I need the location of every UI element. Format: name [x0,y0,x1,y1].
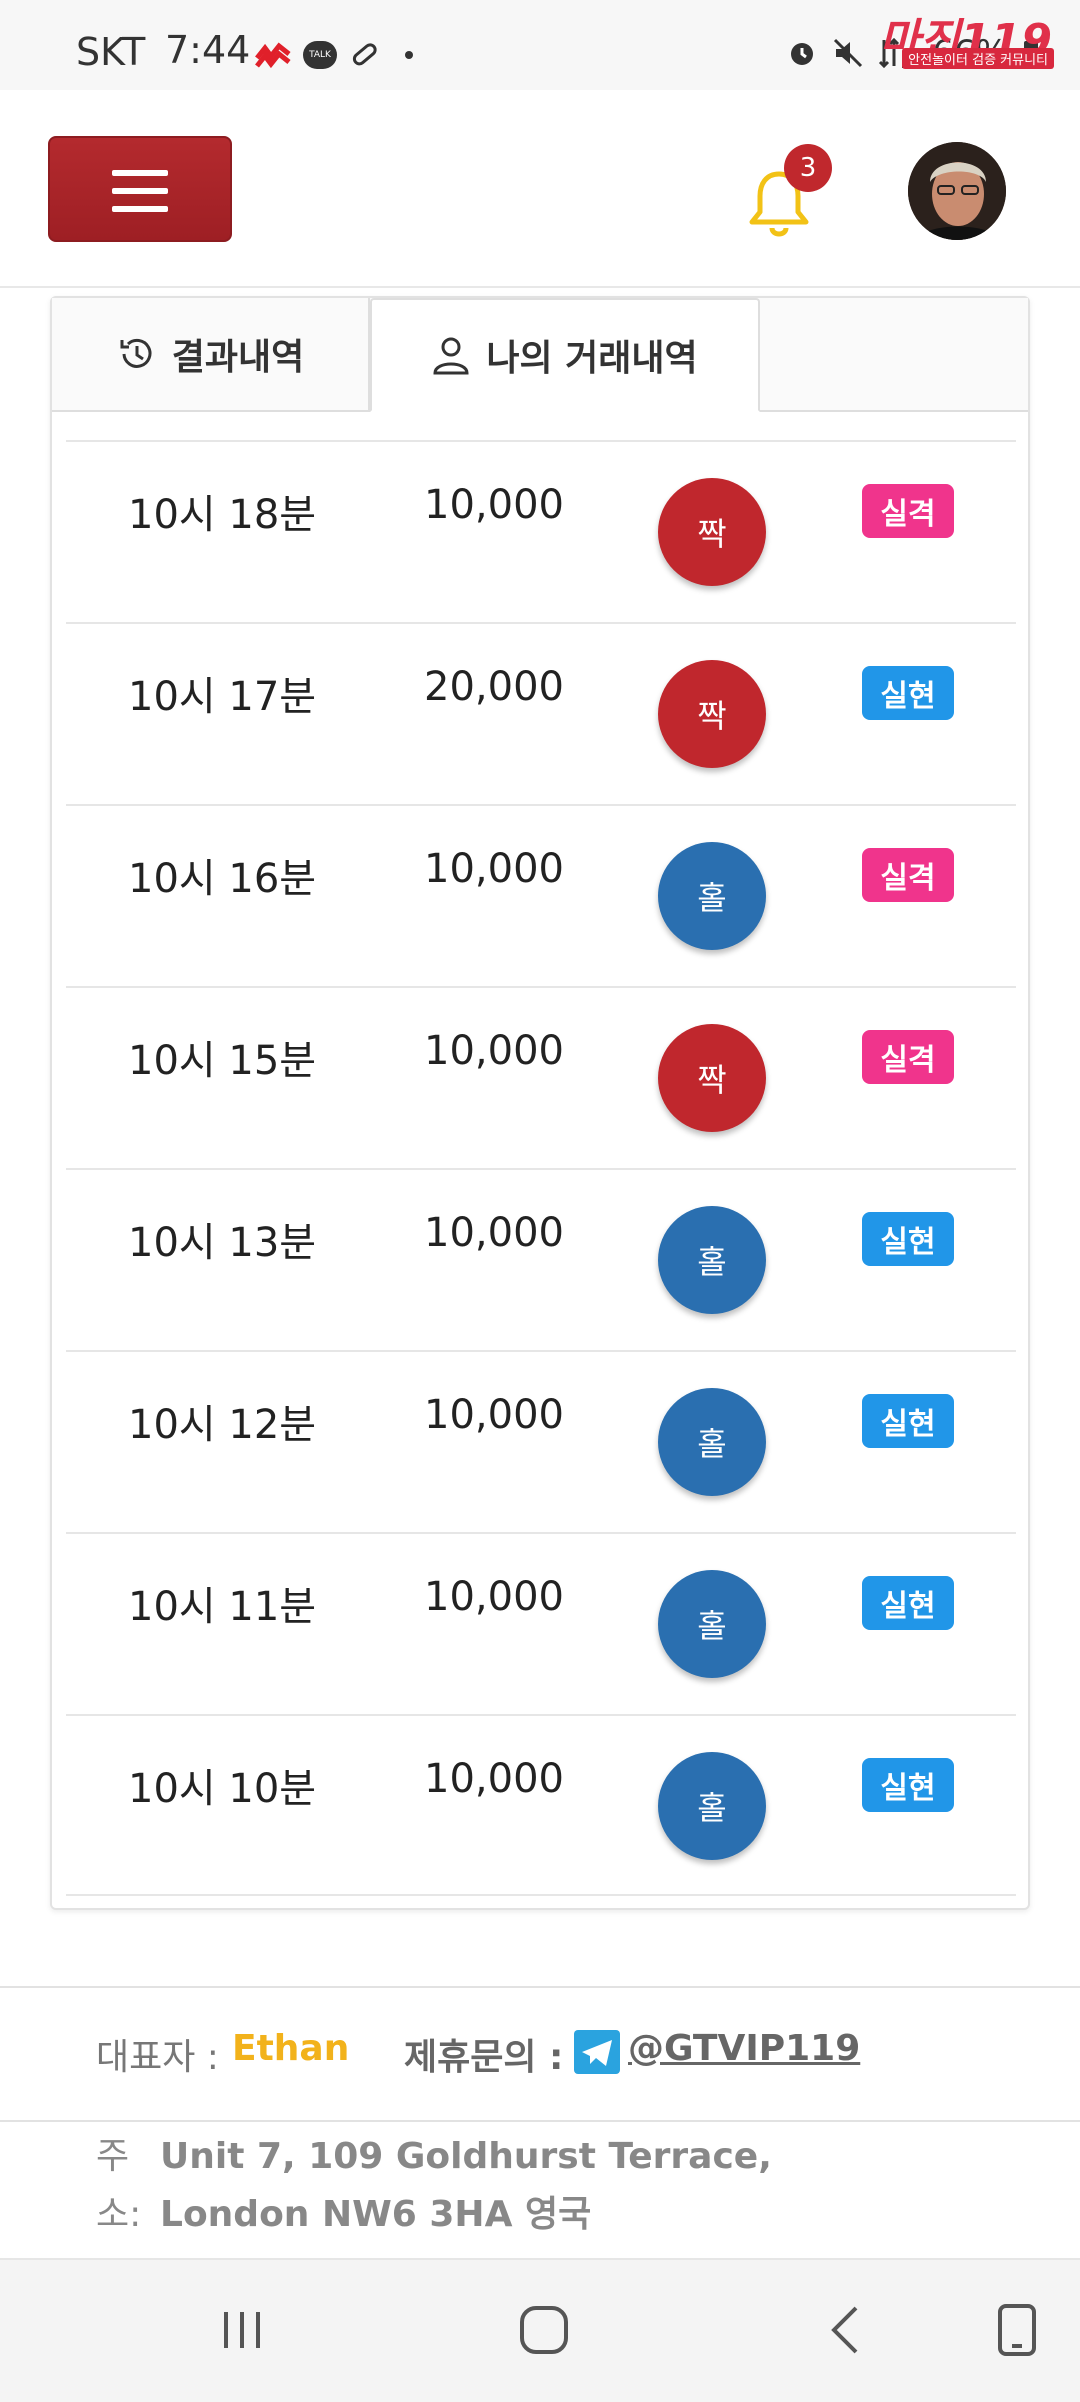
notification-count-badge: 3 [784,144,832,192]
hamburger-icon-bar [112,188,168,194]
transaction-list: 10시 18분 10,000 짝 실격 10시 17분 20,000 짝 실현 10시 16분 1… [66,440,1016,1896]
table-row: 10시 18분 10,000 짝 실격 [66,440,1016,622]
row-pick-badge: 홀 [658,1206,766,1314]
row-time: 10시 18분 [128,492,317,538]
row-time: 10시 10분 [128,1766,317,1812]
avatar[interactable] [908,142,1006,240]
alarm-icon [791,43,814,65]
row-pick-badge: 홀 [658,842,766,950]
row-pick-badge: 홀 [658,1752,766,1860]
tab-my-transactions-label: 나의 거래내역 [486,338,698,379]
row-result-badge: 실격 [862,848,954,902]
tab-results[interactable]: 결과내역 [52,298,370,410]
row-amount: 10,000 [424,1210,564,1256]
row-result-badge: 실현 [862,1758,954,1812]
history-card: 결과내역 나의 거래내역 10시 18분 10,000 짝 실격 10시 17분 20,0… [50,296,1030,1910]
table-row: 10시 17분 20,000 짝 실현 [66,622,1016,804]
row-amount: 10,000 [424,1756,564,1802]
history-icon [120,338,152,368]
table-row: 10시 11분 10,000 홀 실현 [66,1532,1016,1714]
tab-my-transactions[interactable]: 나의 거래내역 [370,298,760,412]
avatar-image [908,142,1006,240]
watermark-logo: 마진119 안전놀이터 검증 커뮤니티 [830,4,1070,70]
talk-icon: TALK [303,41,337,69]
row-pick-badge: 홀 [658,1388,766,1496]
table-row: 10시 10분 10,000 홀 실현 [66,1714,1016,1896]
address-text: Unit 7, 109 Goldhurst Terrace, London NW… [160,2136,772,2235]
row-amount: 20,000 [424,664,564,710]
keyboard-toggle-icon[interactable] [992,2300,1042,2360]
user-icon [433,337,469,375]
footer-contact: 대표자 : Ethan 제휴문의 : @GTVIP119 [0,1986,1080,2122]
row-amount: 10,000 [424,482,564,528]
app-notification-icon [255,42,291,69]
row-result-badge: 실격 [862,484,954,538]
app-header: 3 [0,90,1080,288]
row-amount: 10,000 [424,846,564,892]
notification-icons: TALK [255,30,413,80]
menu-button[interactable] [48,136,232,242]
row-result-badge: 실현 [862,1212,954,1266]
system-nav-bar [0,2258,1080,2402]
watermark-subtitle: 안전놀이터 검증 커뮤니티 [902,48,1054,69]
rep-label: 대표자 : [96,2037,219,2078]
row-time: 10시 17분 [128,674,317,720]
hamburger-icon-bar [112,206,168,212]
home-icon[interactable] [514,2300,574,2360]
back-icon[interactable] [816,2300,876,2360]
table-row: 10시 16분 10,000 홀 실격 [66,804,1016,986]
row-time: 10시 12분 [128,1402,317,1448]
telegram-link[interactable]: @GTVIP119 [628,2028,860,2069]
notifications-button[interactable]: 3 [744,144,834,237]
address-label: 주 소: [96,2136,142,2235]
row-pick-badge: 홀 [658,1570,766,1678]
row-result-badge: 실현 [862,666,954,720]
carrier-label: SKT [76,30,146,74]
row-result-badge: 실현 [862,1394,954,1448]
telegram-icon[interactable] [574,2030,620,2074]
tab-results-label: 결과내역 [171,337,305,378]
row-pick-badge: 짝 [658,478,766,586]
pill-icon [352,43,377,66]
rep-name: Ethan [232,2028,350,2069]
tab-bar: 결과내역 나의 거래내역 [52,298,1028,412]
row-pick-badge: 짝 [658,660,766,768]
row-time: 10시 11분 [128,1584,317,1630]
row-time: 10시 16분 [128,856,317,902]
table-row: 10시 15분 10,000 짝 실격 [66,986,1016,1168]
clock: 7:44 [165,28,251,72]
row-amount: 10,000 [424,1574,564,1620]
table-row: 10시 13분 10,000 홀 실현 [66,1168,1016,1350]
table-row: 10시 12분 10,000 홀 실현 [66,1350,1016,1532]
row-result-badge: 실현 [862,1576,954,1630]
recent-apps-icon[interactable] [212,2300,272,2360]
hamburger-icon [112,170,168,176]
row-result-badge: 실격 [862,1030,954,1084]
row-time: 10시 15분 [128,1038,317,1084]
row-time: 10시 13분 [128,1220,317,1266]
contact-label: 제휴문의 : [404,2037,564,2078]
row-amount: 10,000 [424,1028,564,1074]
row-pick-badge: 짝 [658,1024,766,1132]
status-bar: SKT 7:44 TALK 66% 마진119 안전놀이터 검증 커뮤니티 [0,0,1080,90]
row-amount: 10,000 [424,1392,564,1438]
more-dot-icon [405,51,413,59]
